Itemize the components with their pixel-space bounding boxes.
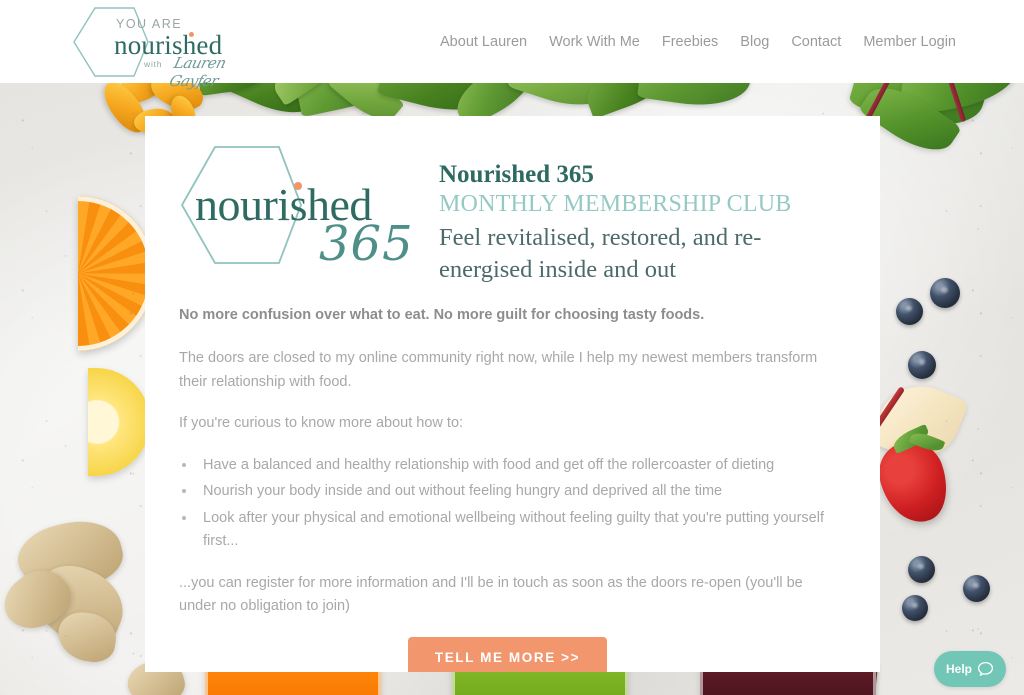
card-subtitle: MONTHLY MEMBERSHIP CLUB <box>439 190 792 217</box>
nourished-365-logo: nourished 365 <box>167 138 429 288</box>
help-widget-button[interactable]: Help <box>934 651 1006 687</box>
nav-item-about-lauren[interactable]: About Lauren <box>440 34 527 50</box>
card-title: Nourished 365 <box>439 161 594 188</box>
ginger-root <box>54 609 120 665</box>
card-tagline: Feel revitalised, restored, and re-energ… <box>439 224 762 283</box>
page-root: YOU ARE nourished with Lauren Gayfer Abo… <box>0 0 1024 695</box>
list-item: Look after your physical and emotional w… <box>197 507 836 554</box>
card-header-row: nourished 365 Nourished 365 MONTHLY MEMB… <box>145 116 880 288</box>
logo-signature: Lauren Gayfer <box>167 53 228 90</box>
turmeric-root <box>113 83 169 111</box>
blueberry <box>896 298 923 325</box>
ginger-root <box>23 554 135 656</box>
strawberry <box>870 433 958 531</box>
lemon-wedge <box>88 368 150 476</box>
tell-me-more-button[interactable]: TELL ME MORE >> <box>407 636 608 672</box>
speech-bubble-icon <box>977 661 994 676</box>
ginger-root <box>0 558 80 642</box>
blueberry <box>963 575 990 602</box>
paragraph-register: ...you can register for more information… <box>179 574 803 615</box>
orange-slice <box>78 196 154 351</box>
chard-leaf <box>895 83 1024 117</box>
strawberry-leaf <box>908 429 946 455</box>
card-headings: Nourished 365 MONTHLY MEMBERSHIP CLUB Fe… <box>429 138 839 285</box>
site-logo[interactable]: YOU ARE nourished with Lauren Gayfer <box>72 4 272 90</box>
cta-container: TELL ME MORE >> <box>179 636 836 672</box>
blueberry <box>908 556 935 583</box>
leaf-green <box>579 83 679 120</box>
blueberry <box>908 351 936 379</box>
nav-item-blog[interactable]: Blog <box>740 34 769 50</box>
nav-item-work-with-me[interactable]: Work With Me <box>549 34 640 50</box>
strawberry-leaf <box>890 423 932 455</box>
benefits-list: Have a balanced and healthy relationship… <box>197 454 836 554</box>
orange-dot-icon <box>189 31 194 37</box>
lead-statement: No more confusion over what to eat. No m… <box>179 307 705 323</box>
chard-stem <box>942 83 967 123</box>
logo-number: 365 <box>319 216 414 272</box>
leaf-green <box>636 83 754 113</box>
site-header: YOU ARE nourished with Lauren Gayfer Abo… <box>0 0 1024 90</box>
paragraph-curious: If you're curious to know more about how… <box>179 415 464 432</box>
blueberry <box>902 595 928 621</box>
leaf-green <box>264 83 352 107</box>
list-item: Nourish your body inside and out without… <box>197 480 836 503</box>
logo-line-1: YOU ARE <box>116 16 183 31</box>
leaf-green <box>291 83 405 118</box>
nav-item-contact[interactable]: Contact <box>791 34 841 50</box>
paragraph-doors-closed: The doors are closed to my online commun… <box>179 350 818 390</box>
orange-dot-icon <box>294 182 302 190</box>
nav-item-freebies[interactable]: Freebies <box>662 34 718 50</box>
leaf-green <box>507 83 617 118</box>
ginger-root <box>11 511 129 601</box>
nav-item-member-login[interactable]: Member Login <box>863 34 956 50</box>
help-label: Help <box>945 662 972 676</box>
logo-with-label: with <box>144 58 163 69</box>
blueberry <box>930 278 960 308</box>
apple-slice <box>868 373 970 471</box>
main-navigation: About Lauren Work With Me Freebies Blog … <box>440 34 956 50</box>
list-item: Have a balanced and healthy relationship… <box>197 454 836 477</box>
content-card: nourished 365 Nourished 365 MONTHLY MEMB… <box>145 116 880 672</box>
card-body: No more confusion over what to eat. No m… <box>145 288 880 672</box>
